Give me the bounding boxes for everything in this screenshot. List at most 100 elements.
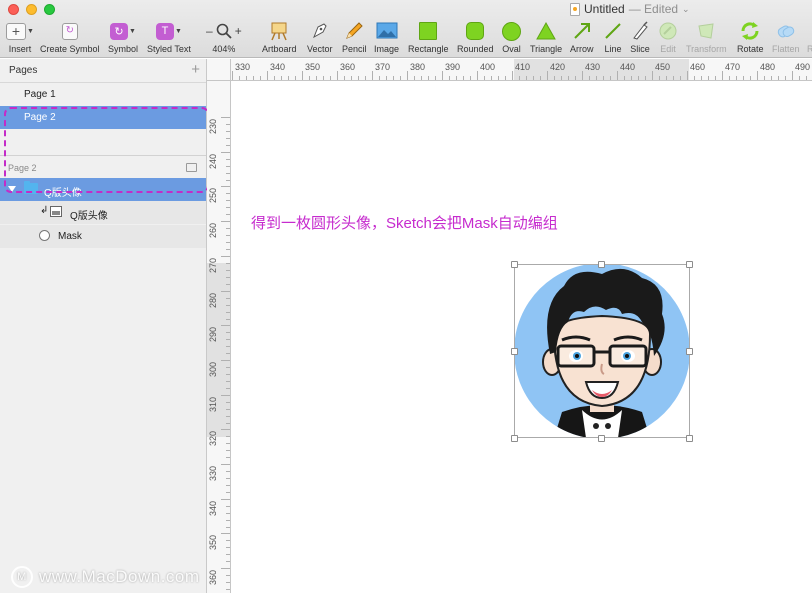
ruler-tick [498, 76, 499, 80]
resize-handle-bottom[interactable] [598, 435, 605, 442]
ruler-tick [221, 359, 230, 361]
window-title[interactable]: Untitled — Edited ⌄ [570, 1, 690, 17]
ruler-tick [221, 325, 230, 327]
ruler-tick [226, 283, 230, 285]
export-icon[interactable] [186, 163, 197, 172]
minimize-window-button[interactable] [26, 4, 37, 15]
ruler-tick [221, 464, 230, 465]
rectangle-button[interactable]: Rectangle [408, 20, 449, 56]
ruler-tick [680, 76, 681, 80]
pencil-button[interactable]: Pencil [342, 20, 367, 56]
ruler-tick-label: 240 [208, 153, 218, 169]
page-label: Page 1 [24, 89, 56, 100]
disclosure-triangle-icon[interactable] [8, 186, 16, 192]
resize-handle-bottom-right[interactable] [686, 435, 693, 442]
ruler-tick [226, 589, 230, 591]
create-symbol-button[interactable]: ↻ Create Symbol [40, 20, 100, 56]
resize-handle-top-right[interactable] [686, 261, 693, 268]
zoom-out-button[interactable]: – [206, 24, 213, 38]
transform-icon [698, 23, 714, 39]
ruler-tick [365, 76, 366, 80]
ruler-tick [281, 76, 282, 80]
artboard-button[interactable]: Artboard [262, 20, 297, 56]
ruler-tick [295, 76, 296, 80]
ruler-tick [253, 76, 254, 80]
ruler-tick-label: 410 [515, 62, 531, 72]
resize-handle-top-left[interactable] [511, 261, 518, 268]
ruler-tick [407, 71, 408, 80]
easel-icon [271, 22, 287, 41]
ruler-tick [239, 76, 240, 80]
rounded-rectangle-icon [466, 22, 485, 40]
flatten-button[interactable]: Flatten [772, 20, 800, 56]
ruler-tick [226, 235, 230, 237]
ruler-tick [414, 76, 415, 80]
close-window-button[interactable] [8, 4, 19, 15]
add-page-button[interactable]: + [191, 62, 200, 77]
ruler-tick [226, 471, 230, 472]
ruler-tick [226, 561, 230, 563]
ruler-tick [610, 76, 611, 80]
layer-bitmap-row[interactable]: ↲ Q版头像 [0, 201, 206, 224]
page-label: Page 2 [24, 112, 56, 123]
ruler-tick-label: 290 [208, 327, 218, 343]
ruler-tick [226, 415, 230, 417]
triangle-button[interactable]: Triangle [530, 20, 562, 56]
zoom-control[interactable]: – + 404% [206, 20, 242, 56]
ruler-tick [221, 151, 230, 153]
ruler-tick [246, 76, 247, 80]
resize-handle-left[interactable] [511, 348, 518, 355]
ruler-tick [226, 158, 230, 160]
ruler-tick [652, 71, 653, 80]
magnifier-icon [216, 23, 232, 39]
rotate-button[interactable]: Rotate [737, 20, 764, 56]
ruler-tick-label: 380 [410, 62, 426, 72]
line-button[interactable]: Line [603, 20, 623, 56]
ruler-tick [221, 290, 230, 292]
symbol-button[interactable]: ↻ ▼ Symbol [108, 20, 138, 56]
ruler-tick [694, 76, 695, 80]
ruler-tick [221, 498, 230, 500]
zoom-in-button[interactable]: + [235, 24, 242, 38]
pages-header: Pages + [0, 59, 206, 83]
horizontal-ruler[interactable]: 330 340 350 360 370 380 390 400 410 420 430 440 450 4… [231, 59, 812, 81]
page-item-page-2[interactable]: Page 2 [0, 106, 206, 129]
plus-icon: + [6, 22, 26, 40]
truncated-tool-button[interactable]: R [807, 20, 812, 56]
layer-mask-row[interactable]: Mask [0, 225, 206, 248]
ruler-tick [221, 221, 230, 223]
ruler-tick [330, 76, 331, 80]
vector-button[interactable]: Vector [307, 20, 333, 56]
oval-button[interactable]: Oval [502, 20, 521, 56]
styled-text-button[interactable]: T ▼ Styled Text [147, 20, 191, 56]
ruler-tick [221, 394, 230, 396]
folder-icon [24, 181, 38, 194]
arrow-button[interactable]: Arrow [570, 20, 594, 56]
ruler-tick [785, 76, 786, 80]
page-item-page-1[interactable]: Page 1 [0, 83, 206, 106]
resize-handle-bottom-left[interactable] [511, 435, 518, 442]
image-button[interactable]: Image [374, 20, 399, 56]
resize-handle-top[interactable] [598, 261, 605, 268]
ruler-tick [226, 519, 230, 521]
ruler-tick [386, 76, 387, 80]
rounded-button[interactable]: Rounded [457, 20, 494, 56]
layer-group-row[interactable]: Q版头像 [0, 178, 206, 201]
transform-button[interactable]: Transform [686, 20, 727, 56]
line-icon [605, 23, 621, 39]
edit-button[interactable]: Edit [658, 20, 678, 56]
slice-button[interactable]: Slice [630, 20, 650, 56]
rotate-icon [741, 22, 759, 40]
ruler-tick [288, 76, 289, 80]
annotation-text: 得到一枚圆形头像，Sketch会把Mask自动编组 [251, 215, 558, 232]
vertical-ruler[interactable]: 230 240 250 260 270 280 290 300 310 320 330 340 350 3… [207, 81, 231, 593]
resize-handle-right[interactable] [686, 348, 693, 355]
zoom-window-button[interactable] [44, 4, 55, 15]
ruler-tick [226, 262, 230, 264]
insert-button[interactable]: + ▼ Insert [6, 20, 34, 56]
ruler-tick [323, 76, 324, 80]
ruler-tick-label: 330 [208, 465, 218, 481]
ruler-tick [226, 450, 230, 452]
ruler-tick [435, 76, 436, 80]
ruler-tick [226, 214, 230, 216]
